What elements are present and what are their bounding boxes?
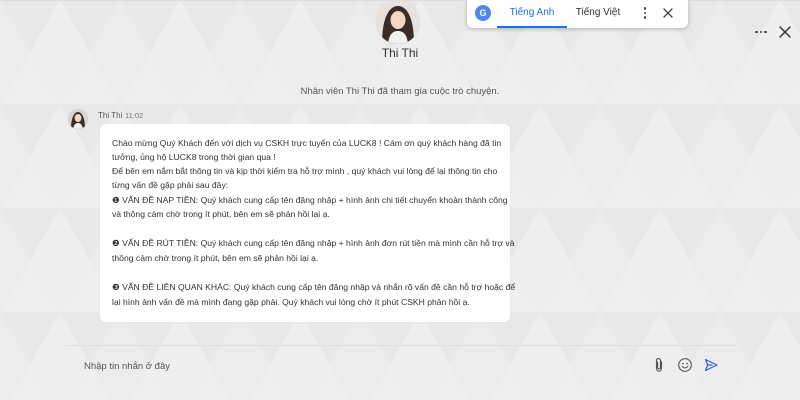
message-line: lại hình ảnh vấn đề mà mình đang gặp phả…: [112, 297, 470, 307]
message-line: từng vấn đề gặp phải sau đây:: [112, 180, 229, 190]
message-line: ❶ VẤN ĐỀ NẠP TIỀN: Quý khách cung cấp tê…: [112, 195, 508, 205]
message-time: 11:02: [125, 111, 144, 120]
message-bubble: Chào mừng Quý Khách đến với dịch vụ CSKH…: [100, 124, 515, 322]
send-icon[interactable]: [703, 357, 719, 373]
message-line: Chào mừng Quý Khách đến với dịch vụ CSKH…: [112, 138, 502, 148]
message-avatar: [68, 109, 88, 129]
agent-name: Thi Thi: [381, 46, 419, 60]
translate-tab-vietnamese[interactable]: Tiếng Việt: [567, 0, 629, 26]
translate-popup: G Tiếng Anh Tiếng Việt: [467, 0, 688, 28]
translate-tab-english[interactable]: Tiếng Anh: [497, 0, 567, 28]
message-line: Để bên em nắm bắt thông tin và kịp thời …: [112, 166, 498, 176]
paperclip-icon[interactable]: [651, 357, 667, 373]
more-options-icon[interactable]: [752, 24, 770, 40]
google-translate-icon: G: [475, 5, 491, 21]
input-divider: [66, 345, 736, 346]
emoji-icon[interactable]: [677, 357, 693, 373]
close-icon[interactable]: [778, 25, 792, 39]
system-message: Nhân viên Thi Thi đã tham gia cuộc trò c…: [300, 86, 500, 97]
translate-more-icon[interactable]: [639, 6, 651, 20]
message-sender: Thi Thi: [98, 111, 123, 120]
message-line: ❷ VẤN ĐỀ RÚT TIỀN: Quý khách cung cấp tê…: [112, 238, 515, 248]
message-line: ❸ VẤN ĐỀ LIÊN QUAN KHÁC: Quý khách cung …: [112, 282, 516, 292]
translate-close-icon[interactable]: [662, 7, 674, 19]
message-line: và thông cảm chờ trong ít phút, bên em s…: [112, 209, 330, 219]
message-line: tưởng, ủng hộ LUCK8 trong thời gian qua …: [112, 152, 276, 162]
agent-avatar: [376, 0, 420, 44]
message-line: thông cảm chờ trong ít phút, bên em sẽ p…: [112, 253, 319, 263]
message-input[interactable]: [84, 357, 624, 375]
